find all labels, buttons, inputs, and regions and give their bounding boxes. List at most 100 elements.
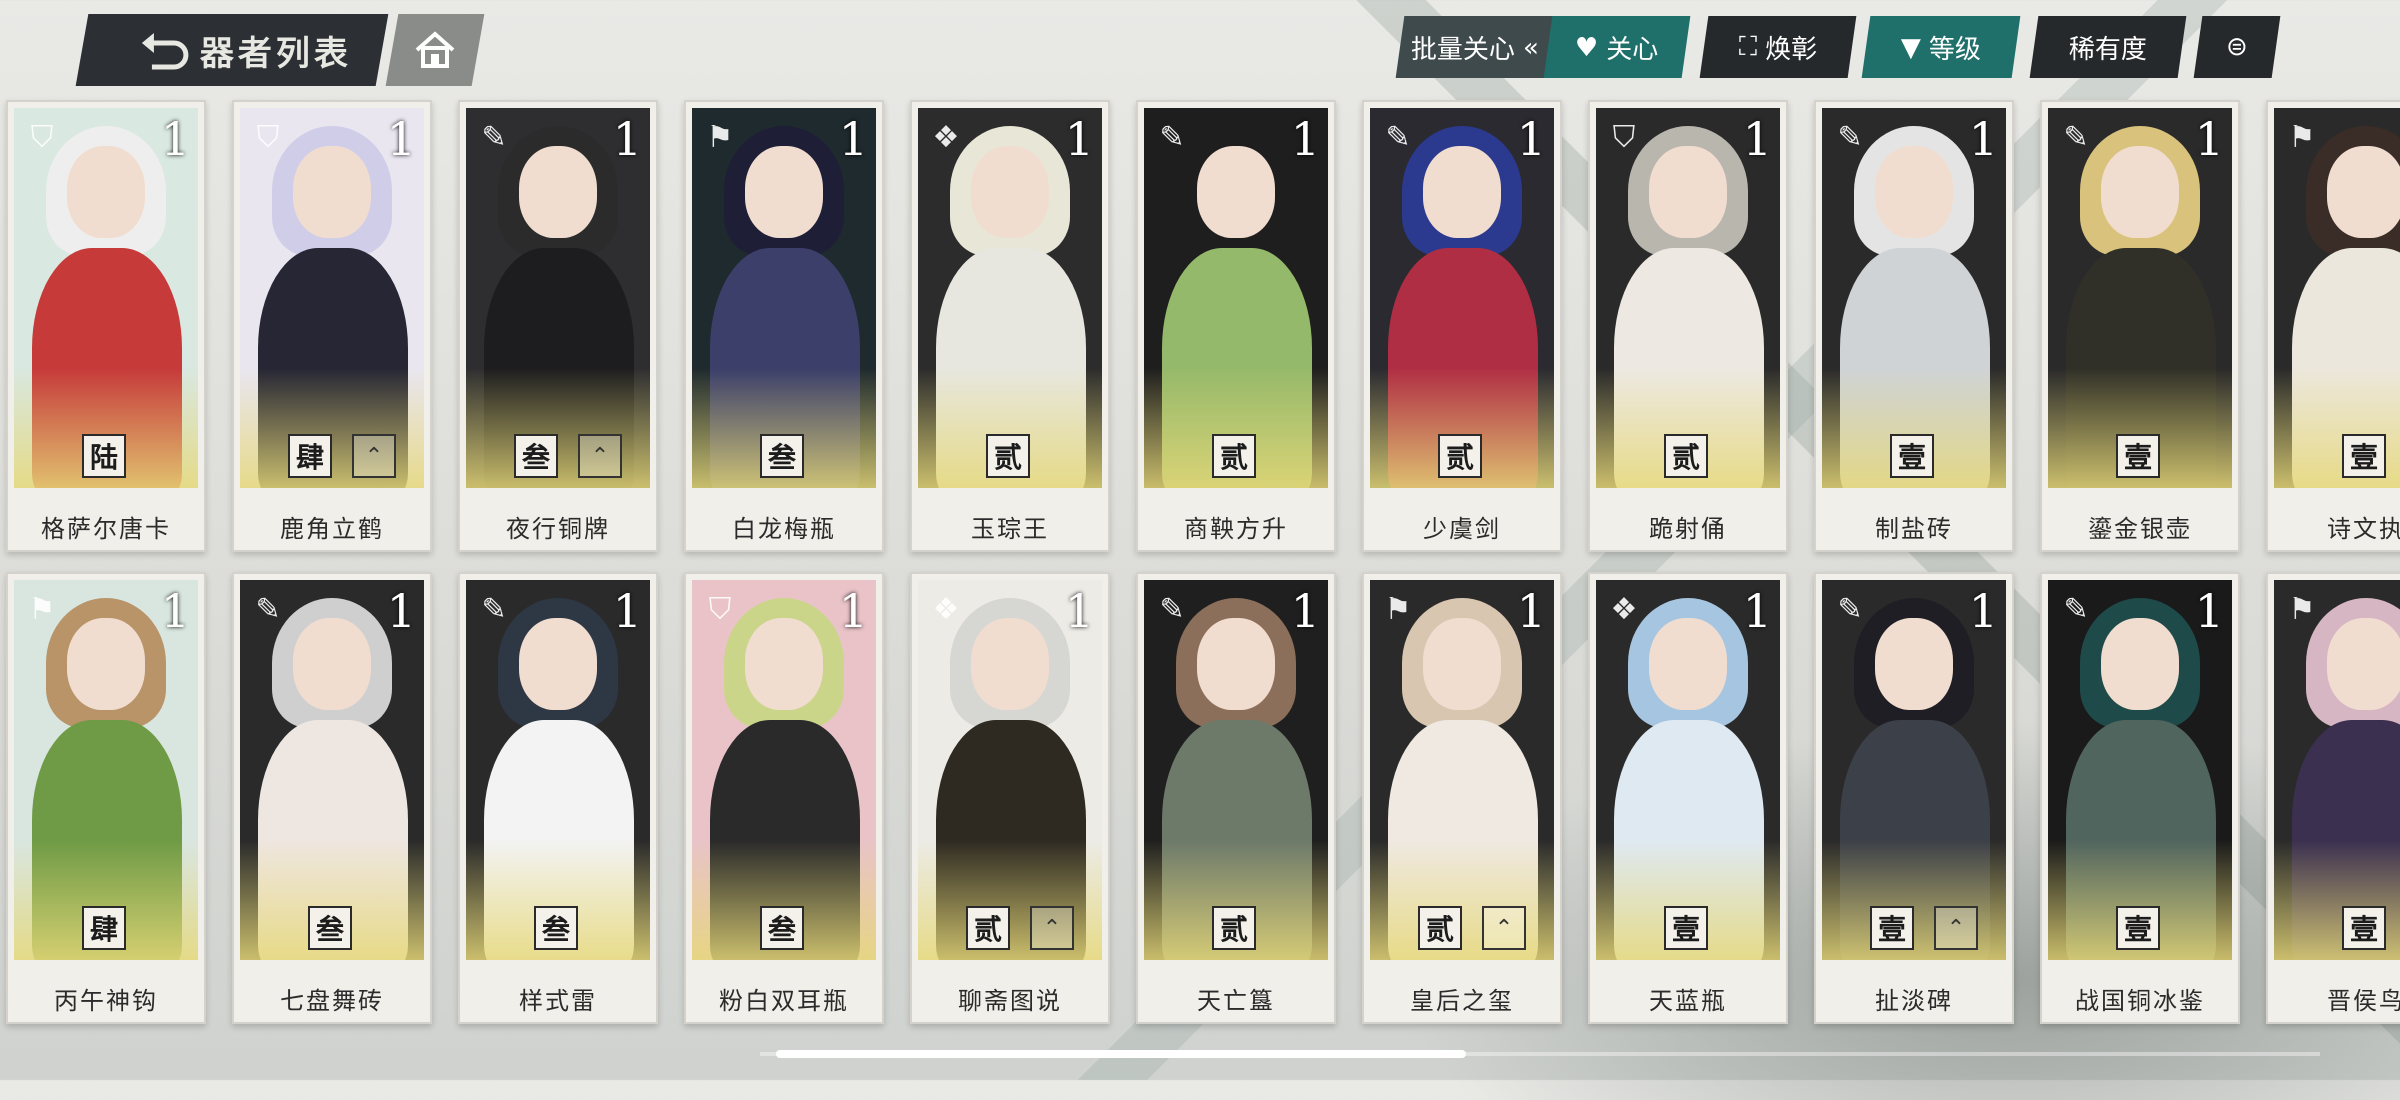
category-icon: ✎ — [481, 120, 507, 155]
rarity-sort-button[interactable]: 稀有度 — [2029, 16, 2187, 78]
character-portrait: ⛉ 1 陆 — [14, 108, 198, 488]
character-portrait: ✎ 1 壹 — [1822, 108, 2006, 488]
card-count: 1 — [1064, 584, 1094, 638]
category-icon: ⛉ — [256, 120, 280, 155]
character-card[interactable]: ✎ 1 壹 战国铜冰鉴 — [2040, 572, 2240, 1024]
card-name: 少虞剑 — [1423, 515, 1501, 543]
status-mark-icon: ⌃ — [578, 434, 622, 478]
category-icon: ✎ — [1159, 592, 1185, 627]
character-portrait: ✎ 1 贰 — [1144, 108, 1328, 488]
character-face — [971, 618, 1049, 710]
character-portrait: ⛉ 1 贰 — [1596, 108, 1780, 488]
card-count: 1 — [1290, 584, 1320, 638]
rank-badge: 叁 — [534, 906, 578, 950]
character-portrait: ✎ 1 叁 — [240, 580, 424, 960]
character-card[interactable]: ⛉ 1 叁 粉白双耳瓶 — [684, 572, 884, 1024]
category-icon: ✎ — [481, 592, 507, 627]
level-sort-button[interactable]: ▼ 等级 — [1861, 16, 2021, 78]
rank-badge: 壹 — [2342, 906, 2386, 950]
character-card[interactable]: ⛉ 1 贰 跪射俑 — [1588, 100, 1788, 552]
character-face — [2327, 146, 2400, 238]
character-face — [519, 618, 597, 710]
category-icon: ⚑ — [2288, 120, 2316, 155]
character-card[interactable]: ✎ 1 壹 制盐砖 — [1814, 100, 2014, 552]
character-face — [1197, 146, 1275, 238]
card-name: 诗文执 — [2327, 515, 2400, 543]
filter-button[interactable]: ⊜ — [2193, 16, 2281, 78]
character-card[interactable]: ✎ 1 贰 天亡簋 — [1136, 572, 1336, 1024]
category-icon: ⚑ — [2288, 592, 2316, 627]
character-face — [293, 146, 371, 238]
category-icon: ✎ — [255, 592, 281, 627]
card-count: 1 — [1064, 112, 1094, 166]
rank-badge: 贰 — [966, 906, 1010, 950]
character-card[interactable]: ⚑ 1 肆 丙午神钩 — [6, 572, 206, 1024]
card-name: 天蓝瓶 — [1649, 987, 1727, 1015]
character-card[interactable]: ❖ 1 壹 天蓝瓶 — [1588, 572, 1788, 1024]
character-face — [67, 146, 145, 238]
character-portrait: ❖ 1 贰 ⌃ — [918, 580, 1102, 960]
character-portrait: ✎ 1 贰 — [1144, 580, 1328, 960]
back-button[interactable]: 器者列表 — [75, 14, 389, 86]
category-icon: ✎ — [1385, 120, 1411, 155]
character-card[interactable]: ⛉ 1 肆 ⌃ 鹿角立鹤 — [232, 100, 432, 552]
character-face — [293, 618, 371, 710]
home-button[interactable] — [385, 14, 485, 86]
character-card[interactable]: ✎ 1 壹 ⌃ 扯淡碑 — [1814, 572, 2014, 1024]
character-card[interactable]: ✎ 1 壹 鎏金银壶 — [2040, 100, 2240, 552]
character-face — [2101, 146, 2179, 238]
character-face — [745, 146, 823, 238]
character-portrait: ❖ 1 壹 — [1596, 580, 1780, 960]
character-card[interactable]: ❖ 1 贰 玉琮王 — [910, 100, 1110, 552]
character-card[interactable]: ✎ 1 贰 少虞剑 — [1362, 100, 1562, 552]
horizontal-scrollbar[interactable] — [760, 1050, 2320, 1058]
character-card[interactable]: ⚑ 1 贰 ⌃ 皇后之玺 — [1362, 572, 1562, 1024]
character-card[interactable]: ⚑ 1 壹 晋侯鸟 — [2266, 572, 2400, 1024]
card-name: 鎏金银壶 — [2088, 515, 2192, 543]
character-face — [1875, 146, 1953, 238]
card-name: 扯淡碑 — [1875, 987, 1953, 1015]
card-name: 夜行铜牌 — [506, 515, 610, 543]
card-count: 1 — [2194, 584, 2224, 638]
character-card[interactable]: ❖ 1 贰 ⌃ 聊斋图说 — [910, 572, 1110, 1024]
rank-badge: 陆 — [82, 434, 126, 478]
character-card[interactable]: ✎ 1 贰 商鞅方升 — [1136, 100, 1336, 552]
portrait-fade — [1822, 840, 2006, 960]
category-icon: ✎ — [1837, 120, 1863, 155]
card-name: 玉琮王 — [971, 515, 1049, 543]
batch-care-button[interactable]: 批量关心 « — [1395, 16, 1555, 78]
character-card[interactable]: ✎ 1 叁 样式雷 — [458, 572, 658, 1024]
character-card[interactable]: ⚑ 1 壹 诗文执 — [2266, 100, 2400, 552]
character-face — [1423, 618, 1501, 710]
category-icon: ⛉ — [30, 120, 54, 155]
character-portrait: ✎ 1 壹 ⌃ — [1822, 580, 2006, 960]
huanzhang-button[interactable]: ⛶ 焕彰 — [1699, 16, 1857, 78]
heart-icon: ♥ — [1575, 32, 1599, 62]
category-icon: ❖ — [932, 120, 960, 155]
character-face — [971, 146, 1049, 238]
character-portrait: ⚑ 1 叁 — [692, 108, 876, 488]
rank-badge: 贰 — [1212, 434, 1256, 478]
card-name: 制盐砖 — [1875, 515, 1953, 543]
care-button[interactable]: ♥ 关心 — [1543, 16, 1691, 78]
category-icon: ✎ — [2063, 120, 2089, 155]
character-card[interactable]: ✎ 1 叁 ⌃ 夜行铜牌 — [458, 100, 658, 552]
card-count: 1 — [1516, 112, 1546, 166]
card-count: 1 — [612, 112, 642, 166]
character-card[interactable]: ✎ 1 叁 七盘舞砖 — [232, 572, 432, 1024]
character-portrait: ❖ 1 贰 — [918, 108, 1102, 488]
character-card[interactable]: ⚑ 1 叁 白龙梅瓶 — [684, 100, 884, 552]
card-count: 1 — [1290, 112, 1320, 166]
category-icon: ⛉ — [708, 592, 732, 627]
portrait-fade — [240, 368, 424, 488]
card-count: 1 — [838, 584, 868, 638]
character-card[interactable]: ⛉ 1 陆 格萨尔唐卡 — [6, 100, 206, 552]
card-name: 天亡簋 — [1197, 987, 1275, 1015]
character-portrait: ✎ 1 贰 — [1370, 108, 1554, 488]
card-count: 1 — [838, 112, 868, 166]
scrollbar-thumb[interactable] — [776, 1050, 1466, 1058]
card-grid: ⛉ 1 陆 格萨尔唐卡 ⛉ 1 肆 ⌃ 鹿角立鹤 ✎ 1 叁 ⌃ 夜行铜牌 ⚑ … — [6, 100, 2400, 1024]
category-icon: ✎ — [2063, 592, 2089, 627]
filter-icon: ⊜ — [2226, 32, 2248, 62]
character-portrait: ⚑ 1 壹 — [2274, 108, 2400, 488]
